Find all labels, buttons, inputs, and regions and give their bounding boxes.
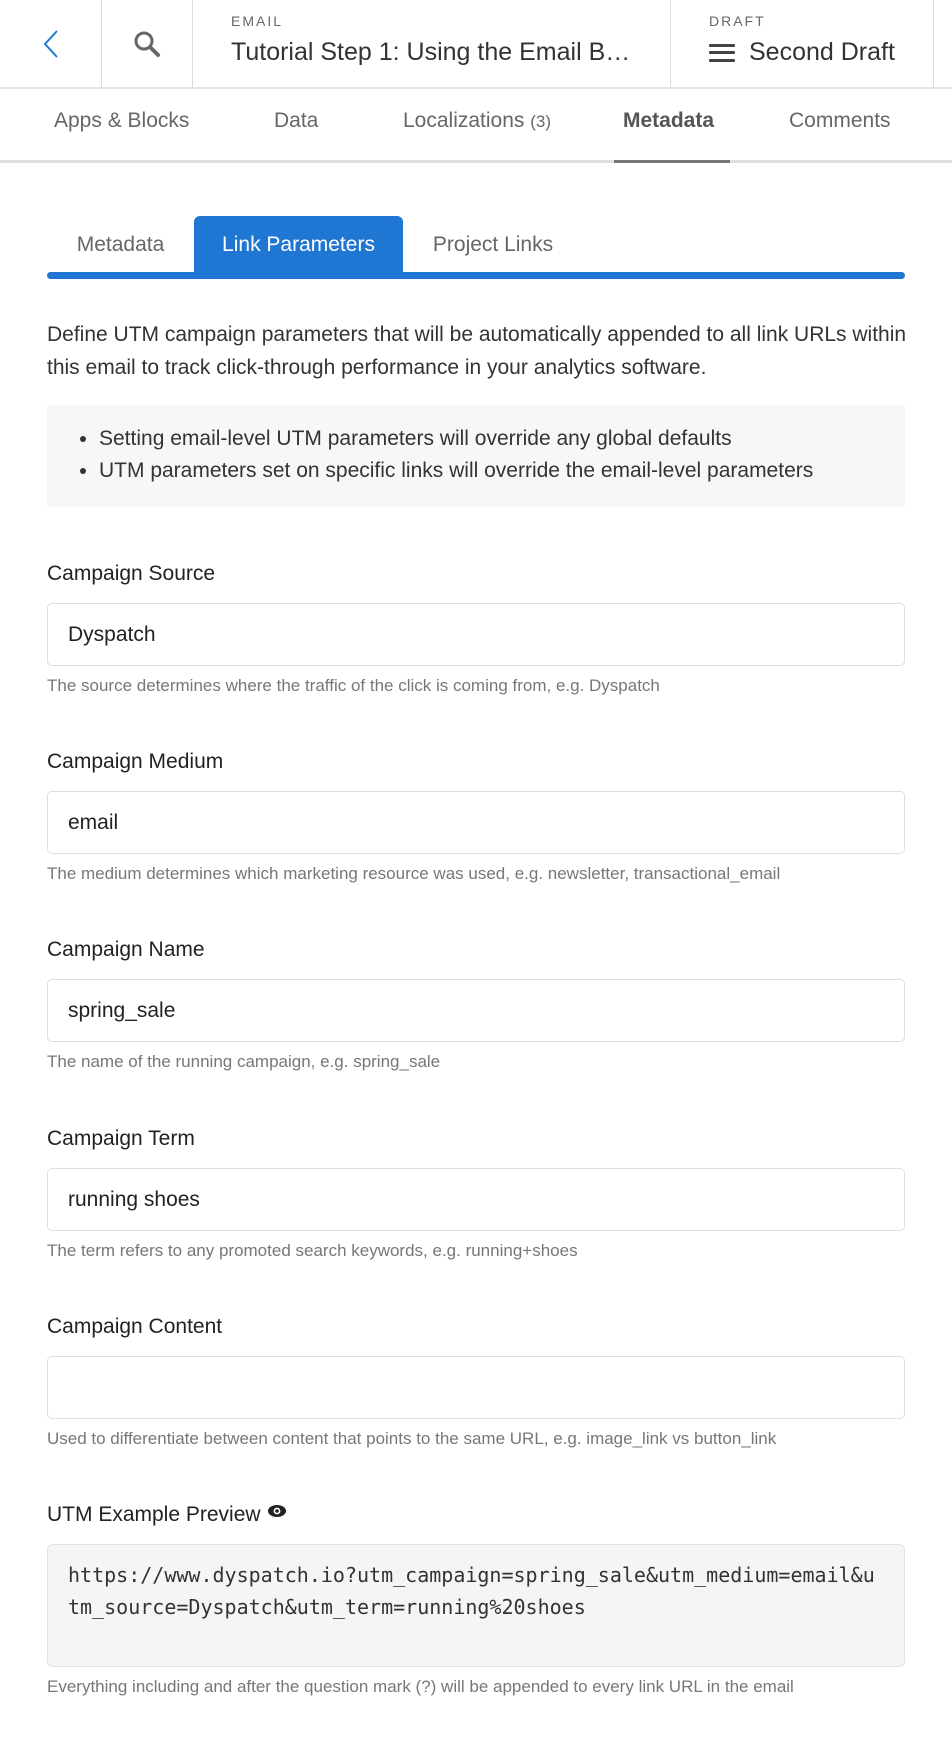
campaign-content-help: Used to differentiate between content th… bbox=[47, 1429, 777, 1448]
subtab-metadata[interactable]: Metadata bbox=[47, 216, 194, 274]
draft-eyebrow: DRAFT bbox=[709, 13, 766, 29]
subtab-underline bbox=[47, 272, 905, 279]
notes-box: Setting email-level UTM parameters will … bbox=[47, 405, 905, 507]
utm-preview-help: Everything including and after the quest… bbox=[47, 1677, 794, 1696]
campaign-source-field: Campaign Source The source determines wh… bbox=[47, 559, 905, 698]
email-eyebrow: EMAIL bbox=[231, 13, 284, 29]
utm-preview-label: UTM Example Preview bbox=[47, 1503, 261, 1526]
subtab-project-links[interactable]: Project Links bbox=[403, 216, 583, 274]
draft-name: Second Draft bbox=[749, 38, 895, 66]
campaign-term-input[interactable] bbox=[47, 1168, 905, 1231]
tab-comments[interactable]: Comments bbox=[789, 109, 891, 133]
campaign-content-label: Campaign Content bbox=[47, 1315, 223, 1338]
note-item: Setting email-level UTM parameters will … bbox=[99, 423, 905, 455]
tab-localizations[interactable]: Localizations (3) bbox=[403, 109, 551, 133]
tab-apps-blocks[interactable]: Apps & Blocks bbox=[54, 109, 189, 133]
email-title-section[interactable]: EMAIL Tutorial Step 1: Using the Email B… bbox=[193, 0, 671, 87]
main-tabs: Apps & Blocks Data Localizations (3) Met… bbox=[0, 89, 952, 163]
search-button[interactable] bbox=[102, 0, 193, 87]
eye-icon[interactable] bbox=[267, 1504, 287, 1518]
campaign-name-label: Campaign Name bbox=[47, 938, 205, 961]
campaign-term-label: Campaign Term bbox=[47, 1127, 195, 1150]
note-item: UTM parameters set on specific links wil… bbox=[99, 455, 905, 487]
search-icon bbox=[134, 31, 160, 57]
sub-tabs: Metadata Link Parameters Project Links bbox=[47, 216, 905, 280]
campaign-medium-label: Campaign Medium bbox=[47, 750, 224, 773]
campaign-content-field: Campaign Content Used to differentiate b… bbox=[47, 1312, 905, 1451]
intro-text: Define UTM campaign parameters that will… bbox=[47, 323, 907, 379]
campaign-name-help: The name of the running campaign, e.g. s… bbox=[47, 1052, 441, 1071]
tab-data[interactable]: Data bbox=[274, 109, 318, 133]
utm-preview-url: https://www.dyspatch.io?​utm_campaign=sp… bbox=[47, 1544, 905, 1667]
campaign-source-help: The source determines where the traffic … bbox=[47, 676, 660, 695]
subtab-link-parameters[interactable]: Link Parameters bbox=[194, 216, 403, 274]
campaign-source-input[interactable] bbox=[47, 603, 905, 666]
app-header: EMAIL Tutorial Step 1: Using the Email B… bbox=[0, 0, 952, 89]
campaign-medium-field: Campaign Medium The medium determines wh… bbox=[47, 747, 905, 886]
hamburger-menu-icon bbox=[709, 43, 735, 62]
campaign-name-input[interactable] bbox=[47, 979, 905, 1042]
localizations-count: (3) bbox=[530, 112, 552, 131]
campaign-medium-input[interactable] bbox=[47, 791, 905, 854]
tab-metadata[interactable]: Metadata bbox=[623, 109, 714, 133]
active-tab-indicator bbox=[614, 160, 730, 163]
header-spacer bbox=[934, 0, 952, 87]
draft-selector[interactable]: DRAFT Second Draft bbox=[671, 0, 934, 87]
chevron-left-icon bbox=[43, 29, 58, 58]
campaign-term-field: Campaign Term The term refers to any pro… bbox=[47, 1124, 905, 1263]
utm-preview-section: UTM Example Preview https://www.dyspatch… bbox=[47, 1500, 905, 1699]
email-title: Tutorial Step 1: Using the Email Builder bbox=[231, 38, 641, 66]
campaign-term-help: The term refers to any promoted search k… bbox=[47, 1241, 578, 1260]
campaign-medium-help: The medium determines which marketing re… bbox=[47, 864, 781, 883]
campaign-name-field: Campaign Name The name of the running ca… bbox=[47, 935, 905, 1074]
back-button[interactable] bbox=[0, 0, 102, 87]
campaign-source-label: Campaign Source bbox=[47, 562, 216, 585]
campaign-content-input[interactable] bbox=[47, 1356, 905, 1419]
